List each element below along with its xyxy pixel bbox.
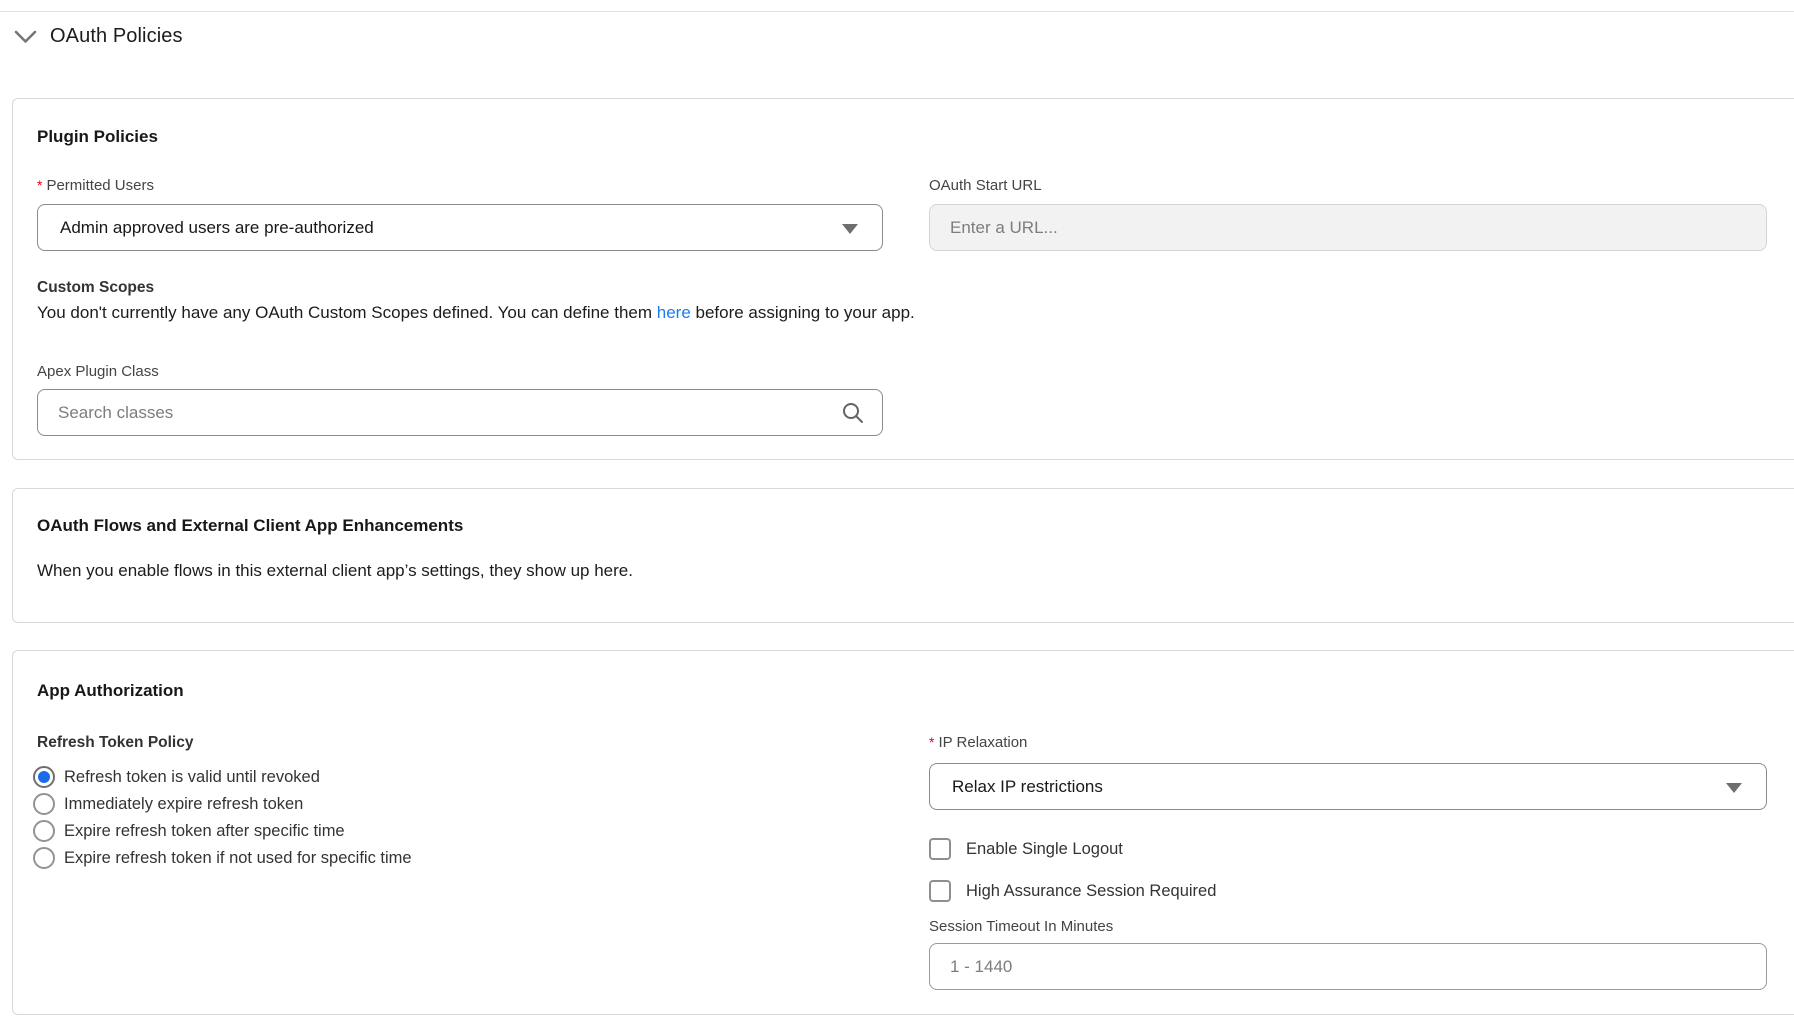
custom-scopes-text: You don't currently have any OAuth Custo…	[37, 303, 915, 323]
ip-relaxation-combobox[interactable]: Relax IP restrictions	[929, 763, 1767, 810]
ip-relaxation-label: * IP Relaxation	[929, 734, 1027, 751]
apex-class-search	[37, 389, 883, 436]
chevron-down-icon[interactable]	[14, 30, 37, 44]
apex-plugin-class-label: Apex Plugin Class	[37, 363, 159, 380]
oauth-flows-card: OAuth Flows and External Client App Enha…	[12, 488, 1794, 623]
checkbox-unchecked-icon	[929, 880, 951, 902]
radio-unselected-icon	[33, 820, 55, 842]
section-title: OAuth Policies	[50, 25, 183, 48]
plugin-policies-title: Plugin Policies	[37, 127, 158, 147]
radio-option-label: Expire refresh token after specific time	[64, 822, 345, 841]
radio-option-expire-if-unused[interactable]: Expire refresh token if not used for spe…	[33, 847, 412, 869]
required-asterisk: *	[37, 177, 42, 194]
oauth-flows-title: OAuth Flows and External Client App Enha…	[37, 516, 463, 536]
checkbox-unchecked-icon	[929, 838, 951, 860]
permitted-users-label: * Permitted Users	[37, 177, 154, 194]
session-timeout-label: Session Timeout In Minutes	[929, 918, 1113, 935]
radio-option-label: Immediately expire refresh token	[64, 795, 303, 814]
radio-option-label: Expire refresh token if not used for spe…	[64, 849, 412, 868]
high-assurance-session-checkbox-row[interactable]: High Assurance Session Required	[929, 880, 1216, 902]
refresh-token-policy-label: Refresh Token Policy	[37, 734, 193, 752]
required-asterisk: *	[929, 734, 934, 751]
oauth-policies-section-header[interactable]: OAuth Policies	[14, 25, 183, 48]
radio-option-label: Refresh token is valid until revoked	[64, 768, 320, 787]
triangle-down-icon	[842, 224, 858, 234]
permitted-users-combobox[interactable]: Admin approved users are pre-authorized	[37, 204, 883, 251]
oauth-start-url-input[interactable]	[929, 204, 1767, 251]
app-authorization-card: App Authorization Refresh Token Policy R…	[12, 650, 1794, 1015]
permitted-users-value: Admin approved users are pre-authorized	[60, 218, 374, 238]
checkbox-label: High Assurance Session Required	[966, 882, 1216, 901]
enable-single-logout-checkbox-row[interactable]: Enable Single Logout	[929, 838, 1123, 860]
custom-scopes-label: Custom Scopes	[37, 279, 154, 297]
ip-relaxation-value: Relax IP restrictions	[952, 777, 1103, 797]
checkbox-label: Enable Single Logout	[966, 840, 1123, 859]
apex-class-search-input[interactable]	[37, 389, 883, 436]
oauth-start-url-label: OAuth Start URL	[929, 177, 1042, 194]
app-authorization-title: App Authorization	[37, 681, 184, 701]
radio-option-immediately-expire[interactable]: Immediately expire refresh token	[33, 793, 412, 815]
oauth-flows-description: When you enable flows in this external c…	[37, 561, 633, 581]
radio-selected-icon	[33, 766, 55, 788]
radio-unselected-icon	[33, 847, 55, 869]
radio-option-expire-after-time[interactable]: Expire refresh token after specific time	[33, 820, 412, 842]
custom-scopes-here-link[interactable]: here	[657, 303, 691, 322]
refresh-token-policy-radio-group: Refresh token is valid until revoked Imm…	[33, 766, 412, 869]
top-divider	[0, 11, 1794, 12]
plugin-policies-card: Plugin Policies * Permitted Users Admin …	[12, 98, 1794, 460]
radio-option-valid-until-revoked[interactable]: Refresh token is valid until revoked	[33, 766, 412, 788]
session-timeout-input[interactable]	[929, 943, 1767, 990]
triangle-down-icon	[1726, 783, 1742, 793]
radio-unselected-icon	[33, 793, 55, 815]
